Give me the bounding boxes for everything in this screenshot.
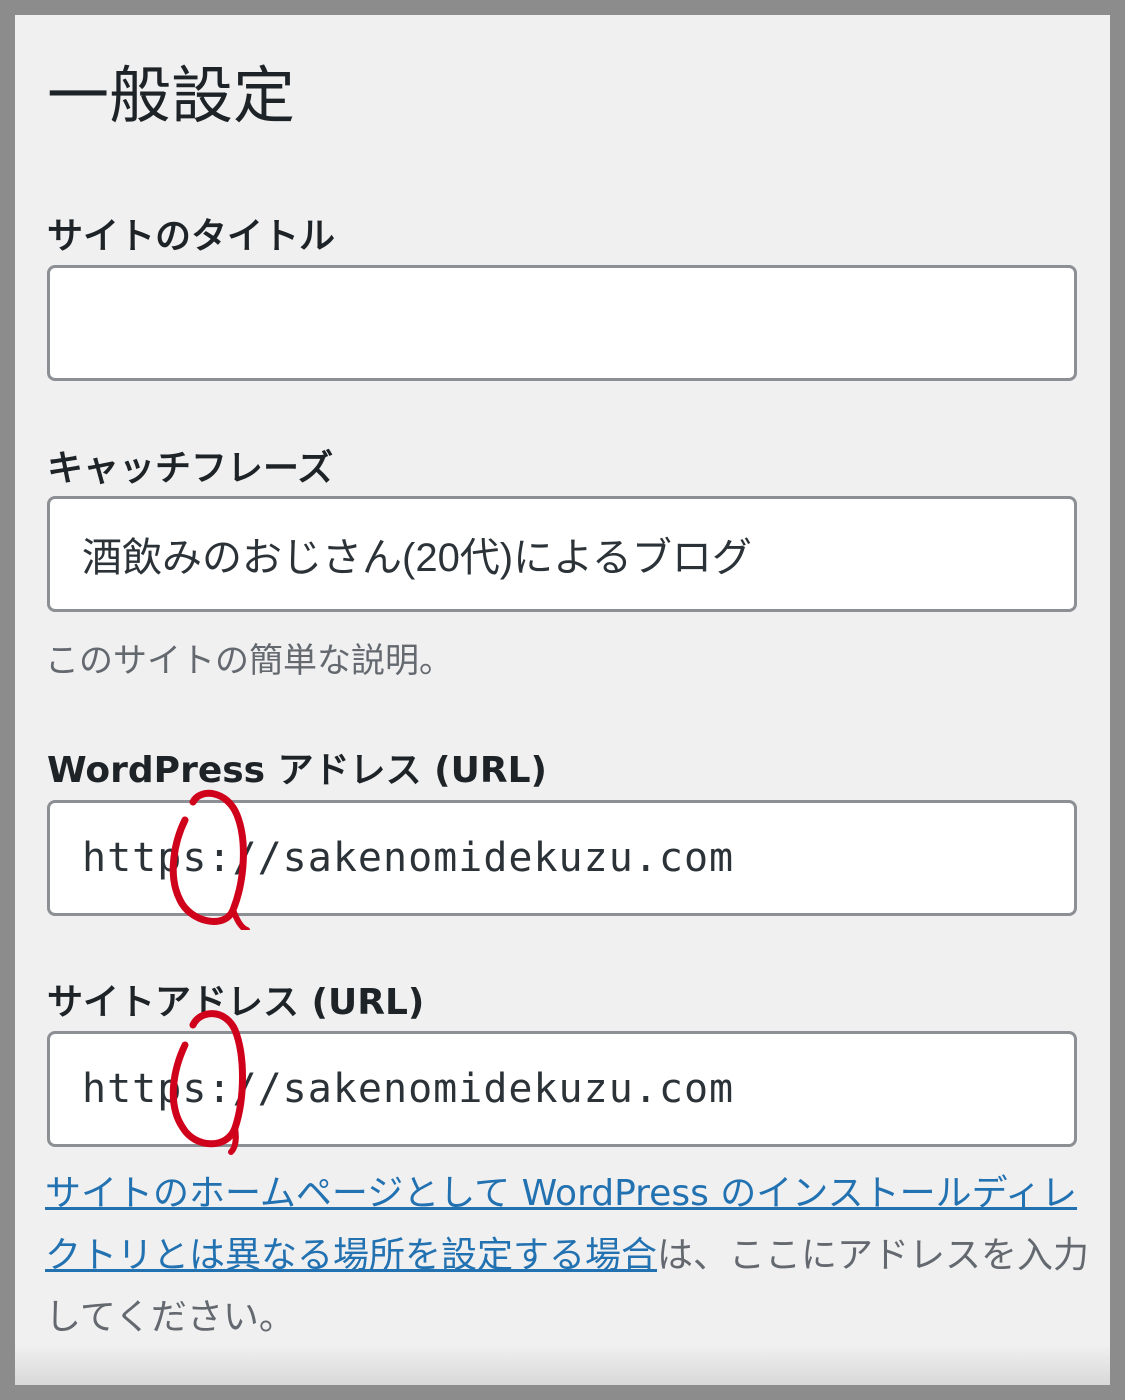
site-title-label: サイトのタイトル [47,216,336,257]
site-address-label: サイトアドレス (URL) [47,982,425,1023]
bottom-shadow [15,1345,1110,1385]
site-address-input[interactable] [47,1031,1077,1147]
wordpress-address-input[interactable] [47,800,1077,916]
wordpress-address-label: WordPress アドレス (URL) [47,750,547,791]
settings-panel: 一般設定 サイトのタイトル キャッチフレーズ このサイトの簡単な説明。 Word… [15,15,1110,1385]
tagline-input[interactable] [47,496,1077,612]
tagline-description: このサイトの簡単な説明。 [45,641,453,681]
tagline-label: キャッチフレーズ [47,448,334,489]
page-title: 一般設定 [47,59,296,132]
site-address-help: サイトのホームページとして WordPress のインストールディレクトリとは異… [45,1163,1090,1349]
site-title-input[interactable] [47,265,1077,381]
